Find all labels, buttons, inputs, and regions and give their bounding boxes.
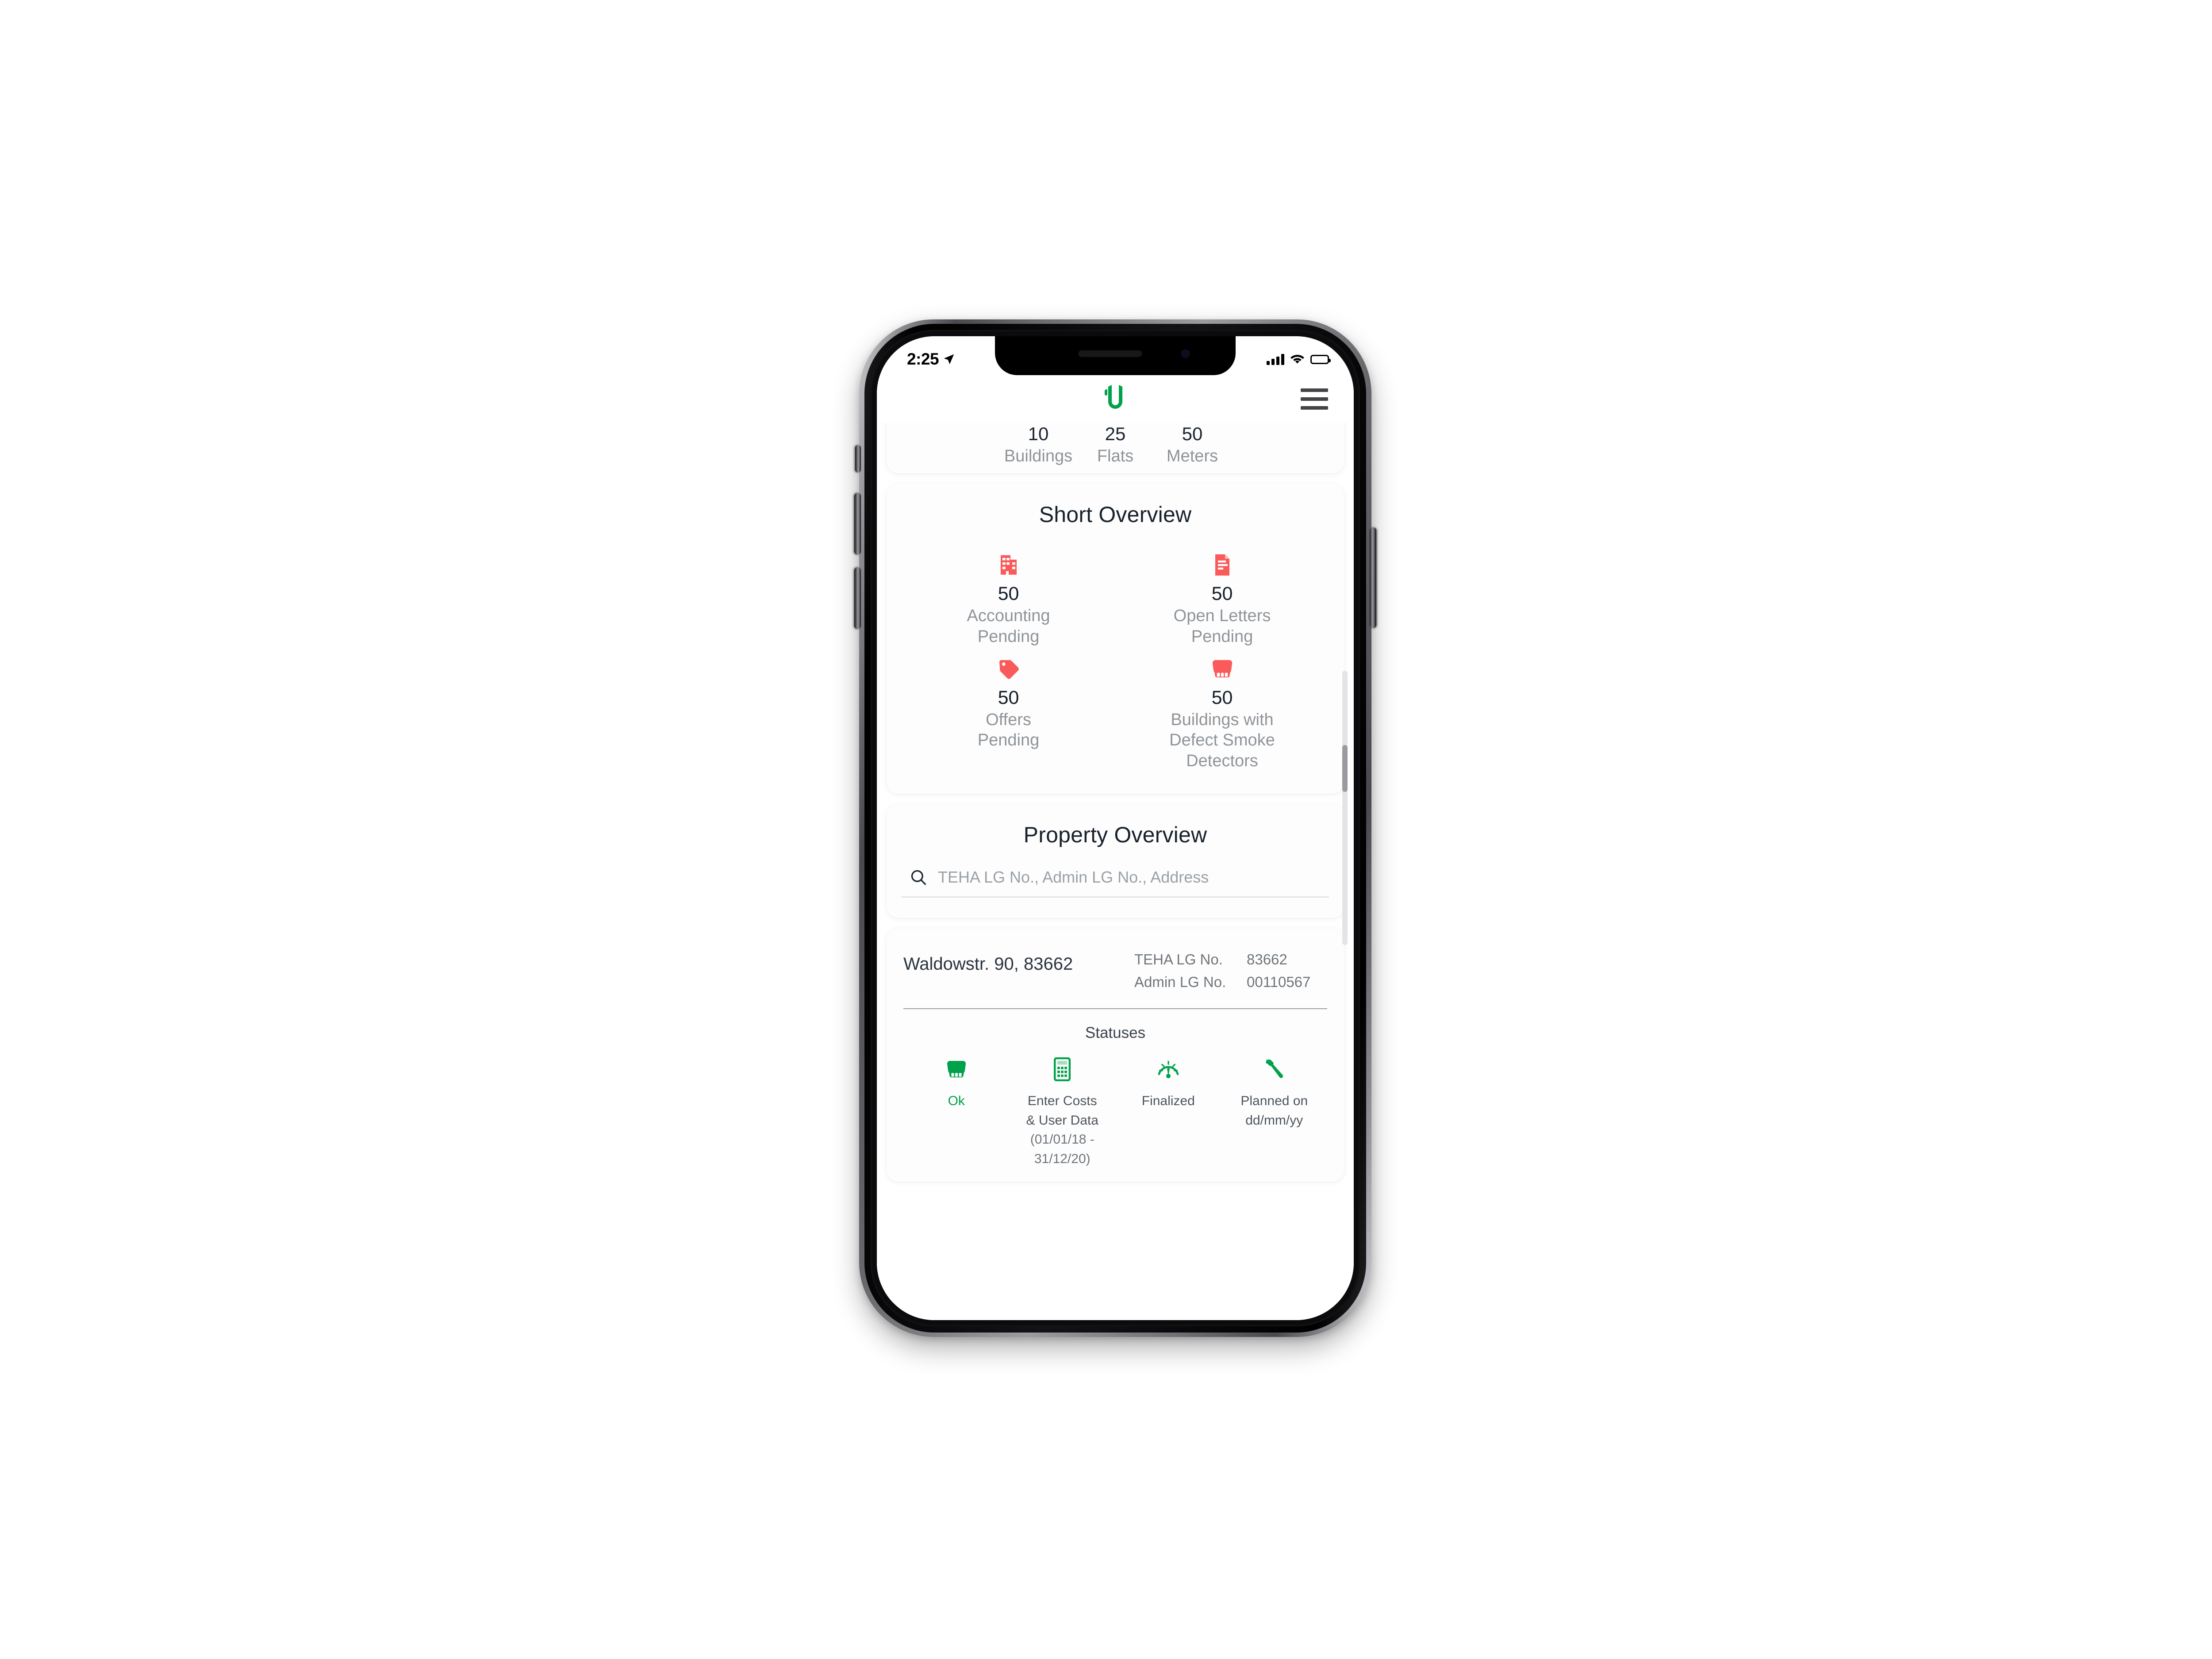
status-item-enter-costs[interactable]: Enter Costs & User Data (01/01/18 - 31/12… [1010,1055,1116,1168]
front-camera [1181,349,1190,358]
kpi-accounting-pending[interactable]: 50 Accounting Pending [902,550,1115,647]
status-bar-right [1267,353,1331,365]
volume-down-button[interactable] [854,567,861,629]
statuses-title: Statuses [1085,1024,1146,1042]
scrollbar-thumb[interactable] [1342,745,1348,792]
teha-lg-no-value: 83662 [1247,951,1287,968]
property-result-card[interactable]: Waldowstr. 90, 83662 TEHA LG No. 83662 A… [887,928,1344,1182]
short-overview-title: Short Overview [1039,502,1192,527]
hamburger-menu-icon[interactable] [1301,388,1328,410]
teha-lg-no-label: TEHA LG No. [1134,951,1223,968]
property-id-list: TEHA LG No. 83662 Admin LG No. 00110567 [1134,948,1327,993]
kpi-label: Offers Pending [977,710,1040,750]
summary-item-buildings[interactable]: 10 Buildings [1000,425,1077,467]
summary-value: 25 [1105,423,1126,444]
earpiece-speaker [1078,350,1142,357]
short-overview-grid: 50 Accounting Pending 50 Open Letters Pe… [902,550,1329,772]
summary-label: Flats [1097,447,1134,465]
summary-item-meters[interactable]: 50 Meters [1154,425,1231,467]
summary-value: 10 [1028,423,1049,444]
location-arrow-icon [944,354,954,365]
status-label: Planned on dd/mm/yy [1240,1094,1308,1128]
property-address: Waldowstr. 90, 83662 [903,954,1073,974]
phone-device: 2:25 10 Buildings 25 Flats 50 Meters Sho… [854,319,1376,1337]
search-icon [910,868,927,886]
kpi-value: 50 [1211,583,1233,604]
building-icon [905,550,1112,580]
kpi-label: Buildings with Defect Smoke Detectors [1169,710,1275,771]
wifi-icon [1290,355,1304,364]
property-result-header: Waldowstr. 90, 83662 TEHA LG No. 83662 A… [903,948,1327,1010]
scroll-content[interactable]: 10 Buildings 25 Flats 50 Meters Short Ov… [877,423,1354,1320]
kpi-value: 50 [998,687,1019,708]
summary-label: Meters [1166,447,1218,465]
vertical-scrollbar[interactable] [1342,671,1348,945]
volume-up-button[interactable] [854,493,861,555]
summary-value: 50 [1182,423,1203,444]
screenshot-canvas: 2:25 10 Buildings 25 Flats 50 Meters Sho… [0,0,2212,1659]
status-item-finalized[interactable]: Finalized [1115,1055,1221,1168]
kpi-label: Open Letters Pending [1173,607,1271,646]
smoke-detector-icon [905,1055,1008,1083]
wrench-icon [1223,1055,1326,1083]
gauge-meter-icon [1117,1055,1220,1083]
battery-full-icon [1310,354,1331,364]
property-search-bar[interactable] [902,866,1329,898]
app-header [877,375,1354,423]
property-overview-title: Property Overview [1023,822,1207,847]
status-bar-time: 2:25 [907,350,939,368]
admin-lg-no-row: Admin LG No. 00110567 [1134,971,1327,993]
cellular-signal-icon [1267,353,1284,365]
mute-switch-button[interactable] [855,445,861,472]
kpi-value: 50 [998,583,1019,604]
price-tag-icon [905,654,1112,684]
status-item-ok[interactable]: Ok [903,1055,1010,1168]
kpi-value: 50 [1211,687,1233,708]
status-item-planned-on[interactable]: Planned on dd/mm/yy [1221,1055,1328,1168]
statuses-row: Ok Enter Costs & User Data (01/01/18 - 3… [903,1055,1327,1168]
status-sublabel: (01/01/18 - 31/12/20) [1030,1132,1094,1166]
status-label: Finalized [1141,1094,1195,1109]
admin-lg-no-value: 00110567 [1247,974,1311,991]
kpi-defect-smoke-detectors[interactable]: 50 Buildings with Defect Smoke Detectors [1115,654,1329,772]
phone-screen: 2:25 10 Buildings 25 Flats 50 Meters Sho… [877,336,1354,1320]
power-button[interactable] [1370,527,1376,628]
calculator-icon [1011,1055,1114,1083]
short-overview-card: Short Overview 50 Accounting Pending 50 … [887,484,1344,794]
status-label: Enter Costs & User Data [1026,1094,1098,1128]
status-bar-left: 2:25 [907,350,956,369]
document-letter-icon [1119,550,1325,580]
kpi-label: Accounting Pending [967,607,1050,646]
status-label: Ok [948,1094,965,1109]
summary-item-flats[interactable]: 25 Flats [1077,425,1154,467]
teha-lg-no-row: TEHA LG No. 83662 [1134,948,1327,971]
display-notch [995,336,1236,375]
search-input[interactable] [938,866,1321,888]
admin-lg-no-label: Admin LG No. [1134,974,1226,991]
property-overview-card: Property Overview [887,804,1344,918]
kpi-open-letters-pending[interactable]: 50 Open Letters Pending [1115,550,1329,647]
smoke-detector-icon [1119,654,1325,684]
summary-card: 10 Buildings 25 Flats 50 Meters [887,423,1344,473]
kpi-offers-pending[interactable]: 50 Offers Pending [902,654,1115,772]
app-logo-icon [1105,385,1122,409]
summary-row: 10 Buildings 25 Flats 50 Meters [887,423,1344,467]
summary-label: Buildings [1004,447,1073,465]
